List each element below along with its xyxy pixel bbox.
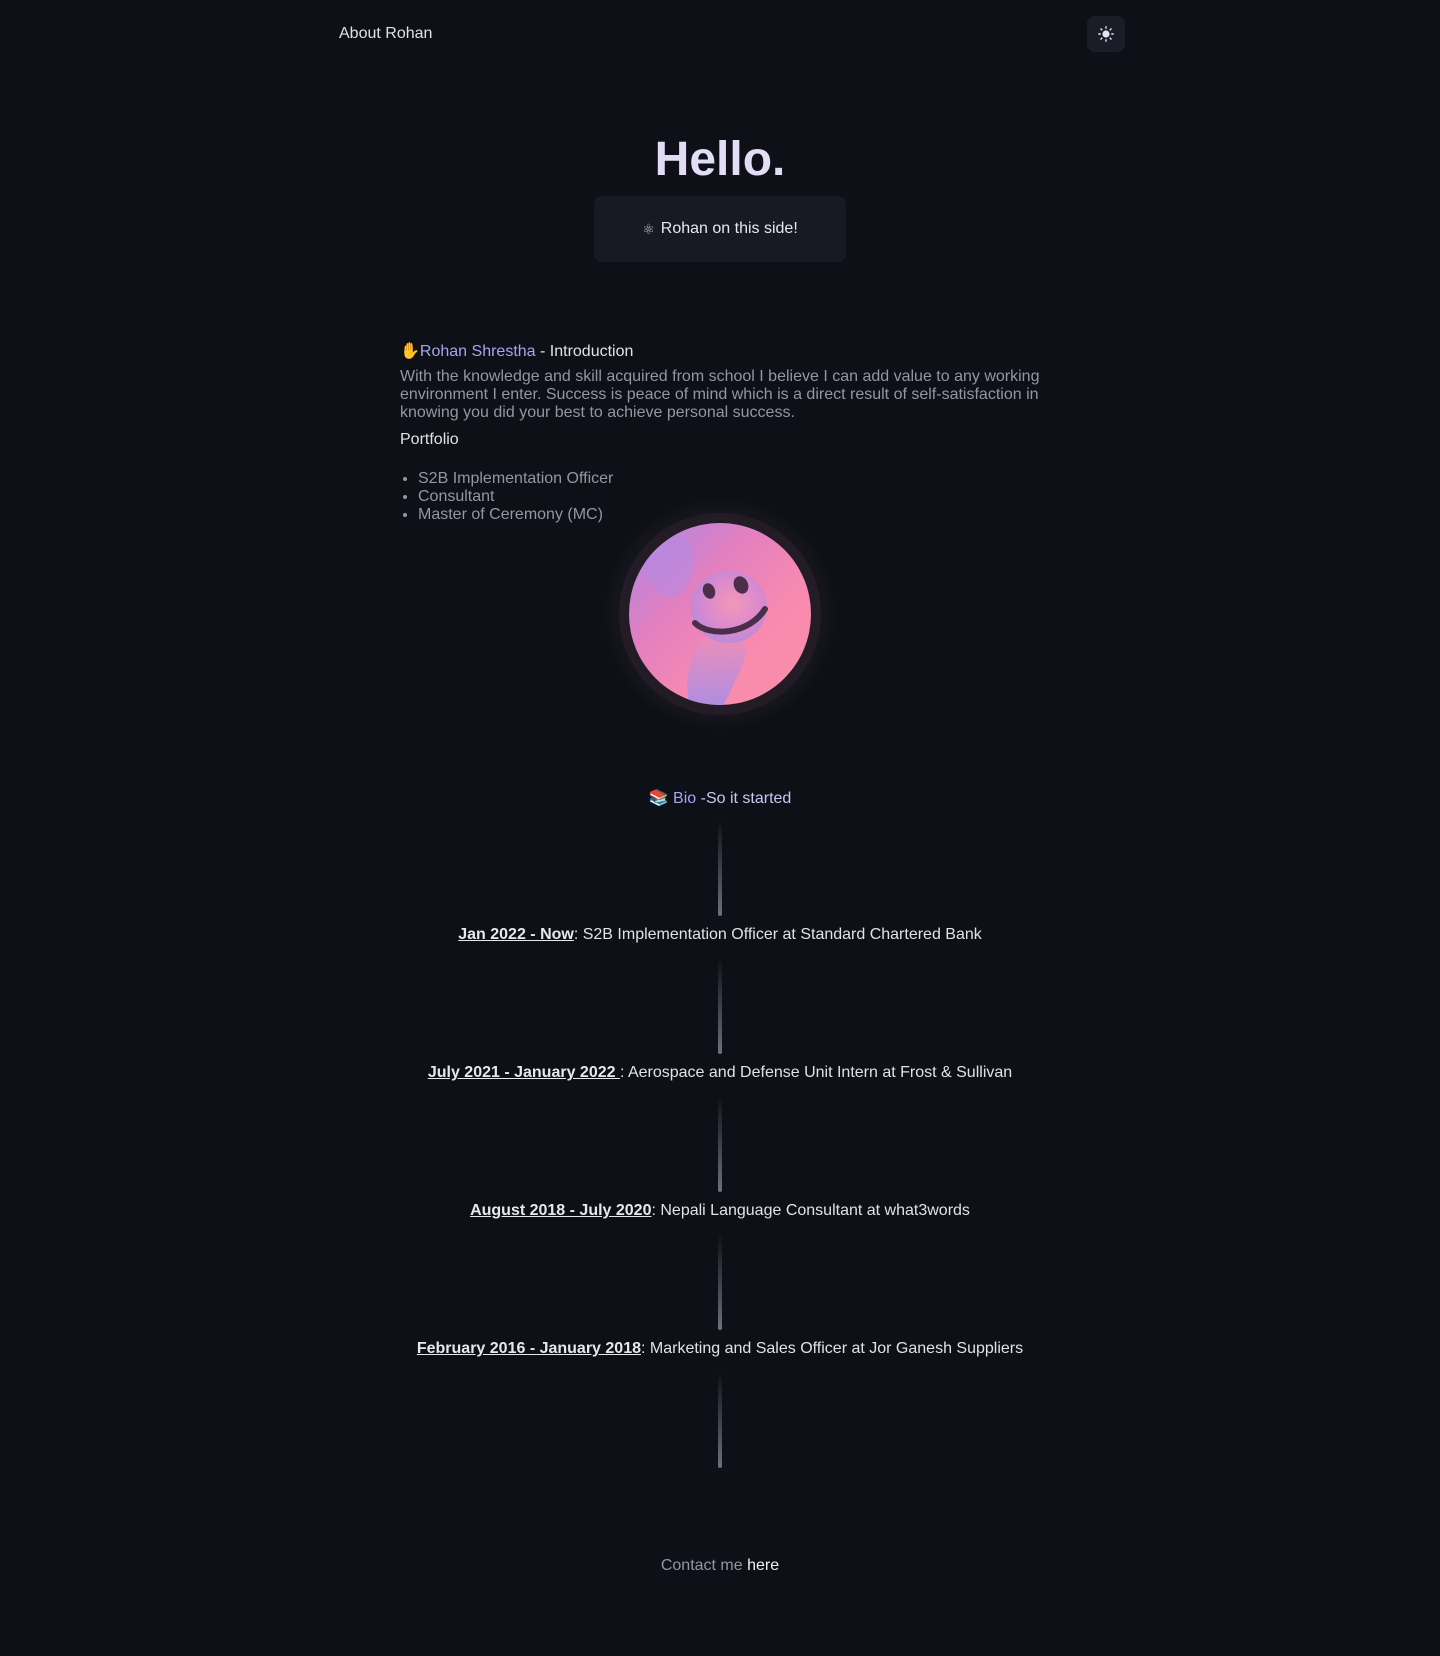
books-icon: 📚 [648, 790, 669, 807]
hero-badge-text: Rohan on this side! [660, 220, 798, 237]
intro-section: ✋Rohan Shrestha - Introduction With the … [400, 342, 1050, 524]
waving-hand-icon: ✋ [400, 343, 420, 360]
timeline-entry: August 2018 - July 2020: Nepali Language… [0, 1202, 1440, 1220]
site-title[interactable]: About Rohan [339, 25, 432, 43]
header: About Rohan [339, 0, 1125, 70]
bio-heading-suffix: -So it started [696, 790, 792, 807]
smiley-avatar-image [629, 523, 811, 705]
atom-icon: ⚛ [642, 220, 655, 237]
timeline-text: : Nepali Language Consultant at what3wor… [651, 1202, 970, 1219]
bio-link[interactable]: Bio [673, 790, 696, 807]
sun-icon [1098, 26, 1114, 42]
timeline-date: February 2016 - January 2018 [416, 1340, 641, 1357]
timeline-text: : S2B Implementation Officer at Standard… [573, 926, 982, 943]
timeline-date: July 2021 - January 2022 [427, 1064, 620, 1081]
contact-prefix: Contact me [660, 1557, 748, 1574]
portfolio-label: Portfolio [400, 431, 459, 448]
bio-heading: 📚 Bio -So it started [0, 788, 1440, 808]
timeline-text: : Marketing and Sales Officer at Jor Gan… [641, 1340, 1024, 1357]
contact-link[interactable]: here [747, 1557, 779, 1574]
theme-toggle-button[interactable] [1087, 16, 1125, 52]
intro-name-link[interactable]: Rohan Shrestha [420, 343, 536, 360]
intro-heading: ✋Rohan Shrestha - Introduction [400, 342, 1050, 362]
timeline-entry: Jan 2022 - Now: S2B Implementation Offic… [0, 926, 1440, 944]
timeline-connector [718, 820, 722, 916]
timeline-date: Jan 2022 - Now [458, 926, 574, 943]
avatar [629, 523, 811, 705]
timeline-connector [718, 1372, 722, 1468]
timeline-entry: July 2021 - January 2022 : Aerospace and… [0, 1064, 1440, 1082]
timeline-connector [718, 958, 722, 1054]
hero-title: Hello. [654, 133, 786, 186]
hero-badge: ⚛ Rohan on this side! [594, 196, 846, 262]
page: About Rohan Hello. ⚛ Rohan on this side! [0, 0, 1440, 1656]
intro-heading-suffix: - Introduction [535, 343, 634, 360]
timeline-connector [718, 1096, 722, 1192]
portfolio-item: S2B Implementation Officer [418, 470, 1050, 488]
intro-text: With the knowledge and skill acquired fr… [400, 368, 1040, 421]
timeline-connector [718, 1234, 722, 1330]
timeline-entry: February 2016 - January 2018: Marketing … [0, 1340, 1440, 1358]
timeline-date: August 2018 - July 2020 [470, 1202, 652, 1219]
timeline-text: : Aerospace and Defense Unit Intern at F… [619, 1064, 1013, 1081]
contact-line: Contact me here [0, 1557, 1440, 1575]
